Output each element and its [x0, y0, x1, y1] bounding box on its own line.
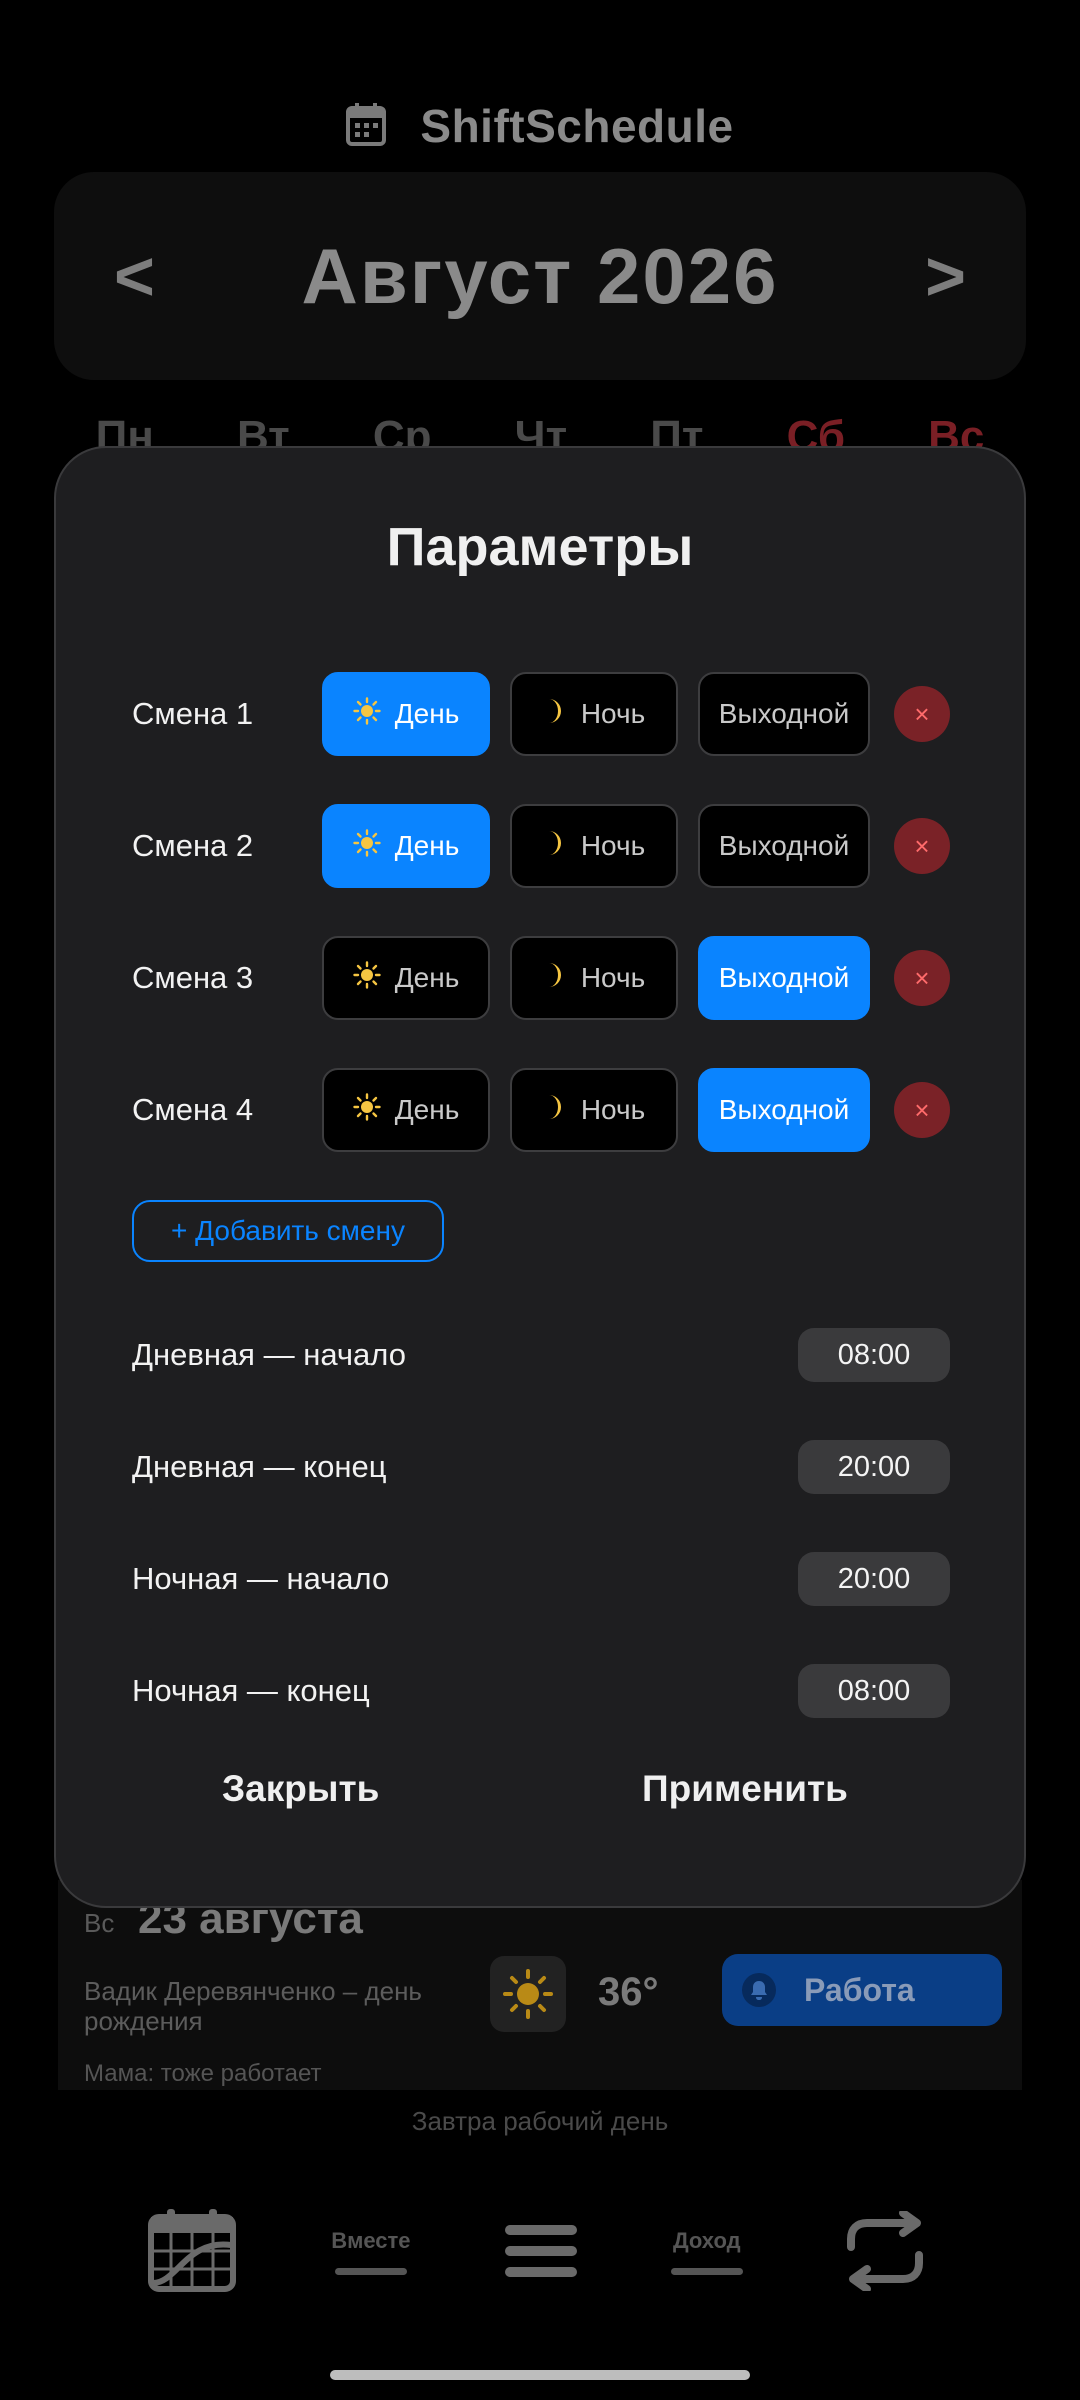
- bell-icon: [742, 1973, 776, 2007]
- day-end-label: Дневная — конец: [132, 1449, 387, 1484]
- night-option-label: Ночь: [580, 830, 646, 861]
- moon-icon: [543, 829, 567, 864]
- night-option-label: Ночь: [580, 962, 646, 993]
- shift-2-off-option[interactable]: Выходной: [698, 804, 870, 888]
- tomorrow-text: Завтра рабочий день: [411, 2106, 669, 2136]
- shift-1-night-option[interactable]: Ночь: [510, 672, 678, 756]
- day-end-row: Дневная — конец 20:00: [56, 1440, 1024, 1494]
- screen: ShiftSchedule < Август 2026 > Пн Вт Ср Ч…: [0, 0, 1080, 2400]
- day-option-label: День: [394, 698, 460, 729]
- shift-1-day-option[interactable]: День: [322, 672, 490, 756]
- sun-icon: [353, 960, 381, 996]
- shift-3-off-option[interactable]: Выходной: [698, 936, 870, 1020]
- night-start-time-picker[interactable]: 20:00: [798, 1552, 950, 1606]
- shift-row-3: Смена 3 День Ночь Выходной ×: [56, 936, 1024, 1020]
- settings-modal: Параметры Смена 1 День Ночь Выходной × С…: [54, 446, 1026, 1908]
- shift-2-night-option[interactable]: Ночь: [510, 804, 678, 888]
- moon-icon: [543, 961, 567, 996]
- next-month-button[interactable]: >: [925, 236, 966, 316]
- night-end-row: Ночная — конец 08:00: [56, 1664, 1024, 1718]
- add-shift-button[interactable]: + Добавить смену: [132, 1200, 444, 1262]
- night-option-label: Ночь: [580, 1094, 646, 1125]
- shift-label: Смена 1: [132, 696, 254, 731]
- nav-income-underline: [670, 2267, 743, 2275]
- close-icon: ×: [914, 830, 930, 861]
- day-weekday: Вс: [84, 1908, 115, 1938]
- shift-label: Смена 4: [132, 1092, 254, 1127]
- shift-4-day-option[interactable]: День: [322, 1068, 490, 1152]
- shift-2-day-option[interactable]: День: [322, 804, 490, 888]
- shift-4-off-option[interactable]: Выходной: [698, 1068, 870, 1152]
- shift-3-night-option[interactable]: Ночь: [510, 936, 678, 1020]
- day-note: Мама: тоже работает: [84, 2060, 322, 2087]
- off-option-label: Выходной: [718, 830, 850, 861]
- shift-label: Смена 3: [132, 960, 254, 995]
- prev-month-button[interactable]: <: [114, 236, 155, 316]
- night-start-label: Ночная — начало: [132, 1561, 390, 1596]
- day-option-label: День: [394, 1094, 460, 1125]
- night-end-time-picker[interactable]: 08:00: [798, 1664, 950, 1718]
- shift-4-night-option[interactable]: Ночь: [510, 1068, 678, 1152]
- moon-icon: [543, 697, 567, 732]
- month-label: Август 2026: [301, 231, 779, 320]
- day-detail-card: Вс 23 августа Вадик Деревянченко – день …: [58, 1880, 1022, 2090]
- apply-button[interactable]: Применить: [642, 1768, 848, 1810]
- day-start-row: Дневная — начало 08:00: [56, 1328, 1024, 1382]
- status-bar: [540, 0, 940, 14]
- calendar-icon: [346, 102, 387, 151]
- work-status-label: Работа: [804, 1971, 915, 2008]
- moon-icon: [543, 1093, 567, 1128]
- app-header: ShiftSchedule: [0, 96, 1080, 156]
- remove-shift-2-button[interactable]: ×: [894, 818, 950, 874]
- sun-icon: [353, 1092, 381, 1128]
- day-option-label: День: [394, 962, 460, 993]
- off-option-label: Выходной: [718, 698, 850, 729]
- sync-arrows-icon: [846, 2211, 923, 2291]
- close-icon: ×: [914, 962, 930, 993]
- day-start-time-picker[interactable]: 08:00: [798, 1328, 950, 1382]
- shift-1-off-option[interactable]: Выходной: [698, 672, 870, 756]
- weather-sun-icon: [490, 1956, 566, 2032]
- bottom-nav: Вместе Доход: [0, 2196, 1080, 2306]
- remove-shift-4-button[interactable]: ×: [894, 1082, 950, 1138]
- nav-together[interactable]: Вместе: [331, 2227, 411, 2275]
- app-title: ShiftSchedule: [420, 100, 734, 152]
- shift-3-day-option[interactable]: День: [322, 936, 490, 1020]
- month-selector: < Август 2026 >: [54, 172, 1026, 380]
- shift-label: Смена 2: [132, 828, 254, 863]
- nav-together-label: Вместе: [331, 2227, 411, 2253]
- modal-actions: Закрыть Применить: [56, 1768, 1024, 1828]
- nav-calendar[interactable]: [147, 2209, 237, 2293]
- sun-icon: [353, 696, 381, 732]
- shift-row-4: Смена 4 День Ночь Выходной ×: [56, 1068, 1024, 1152]
- nav-income[interactable]: Доход: [670, 2227, 743, 2275]
- calendar-chart-icon: [148, 2209, 237, 2292]
- day-event: Вадик Деревянченко – день рождения: [84, 1976, 422, 2036]
- close-icon: ×: [914, 1094, 930, 1125]
- sun-icon: [353, 828, 381, 864]
- remove-shift-3-button[interactable]: ×: [894, 950, 950, 1006]
- day-end-time-picker[interactable]: 20:00: [798, 1440, 950, 1494]
- night-end-label: Ночная — конец: [132, 1673, 370, 1708]
- close-icon: ×: [914, 698, 930, 729]
- shift-row-2: Смена 2 День Ночь Выходной ×: [56, 804, 1024, 888]
- modal-title: Параметры: [386, 517, 694, 577]
- night-start-row: Ночная — начало 20:00: [56, 1552, 1024, 1606]
- shift-row-1: Смена 1 День Ночь Выходной ×: [56, 672, 1024, 756]
- work-status-button[interactable]: Работа: [722, 1954, 1002, 2026]
- hamburger-menu-icon: [504, 2225, 577, 2277]
- nav-sync[interactable]: [837, 2211, 933, 2291]
- nav-income-label: Доход: [672, 2227, 741, 2253]
- nav-menu[interactable]: [504, 2223, 577, 2279]
- remove-shift-1-button[interactable]: ×: [894, 686, 950, 742]
- temperature: 36°: [598, 1970, 659, 2014]
- day-start-label: Дневная — начало: [132, 1337, 406, 1372]
- off-option-label: Выходной: [718, 962, 850, 993]
- close-button[interactable]: Закрыть: [222, 1768, 379, 1810]
- night-option-label: Ночь: [580, 698, 646, 729]
- off-option-label: Выходной: [718, 1094, 850, 1125]
- day-option-label: День: [394, 830, 460, 861]
- nav-together-underline: [334, 2267, 407, 2275]
- home-indicator[interactable]: [330, 2370, 750, 2380]
